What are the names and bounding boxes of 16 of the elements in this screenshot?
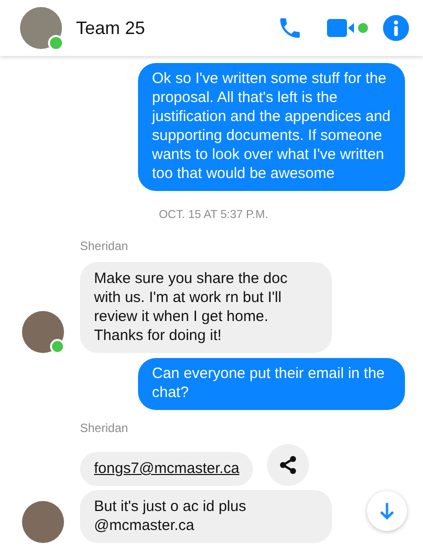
timestamp: OCT. 15 AT 5:37 P.M. [158, 208, 268, 223]
received-message: But it's just o ac id plus @mcmaster.ca [80, 490, 332, 543]
sent-message: Can everyone put their email in the chat? [138, 358, 405, 410]
chat-title: Team 25 [76, 18, 146, 38]
email-link[interactable]: fongs7@mcmaster.ca [94, 460, 240, 477]
received-message: Make sure you share the doc with us. I'm at work rn but I'll review it when I get home. Thanks for doing it! [80, 262, 332, 353]
video-camera-icon[interactable] [327, 18, 371, 38]
sender-name: Sheridan [80, 420, 130, 437]
sender-name: Sheridan [80, 238, 130, 255]
sent-message: Ok so I've written some stuff for the proposal. All that's left is the justification and the appendices and supporting documents. If someone wants to look over what I've written too that would be awesome [138, 63, 405, 191]
scroll-down-button[interactable] [367, 491, 407, 531]
share-icon [278, 455, 298, 475]
info-icon[interactable] [383, 15, 409, 41]
share-button[interactable] [267, 444, 310, 486]
online-status-dot [50, 339, 65, 354]
down-arrow-icon [379, 502, 395, 520]
